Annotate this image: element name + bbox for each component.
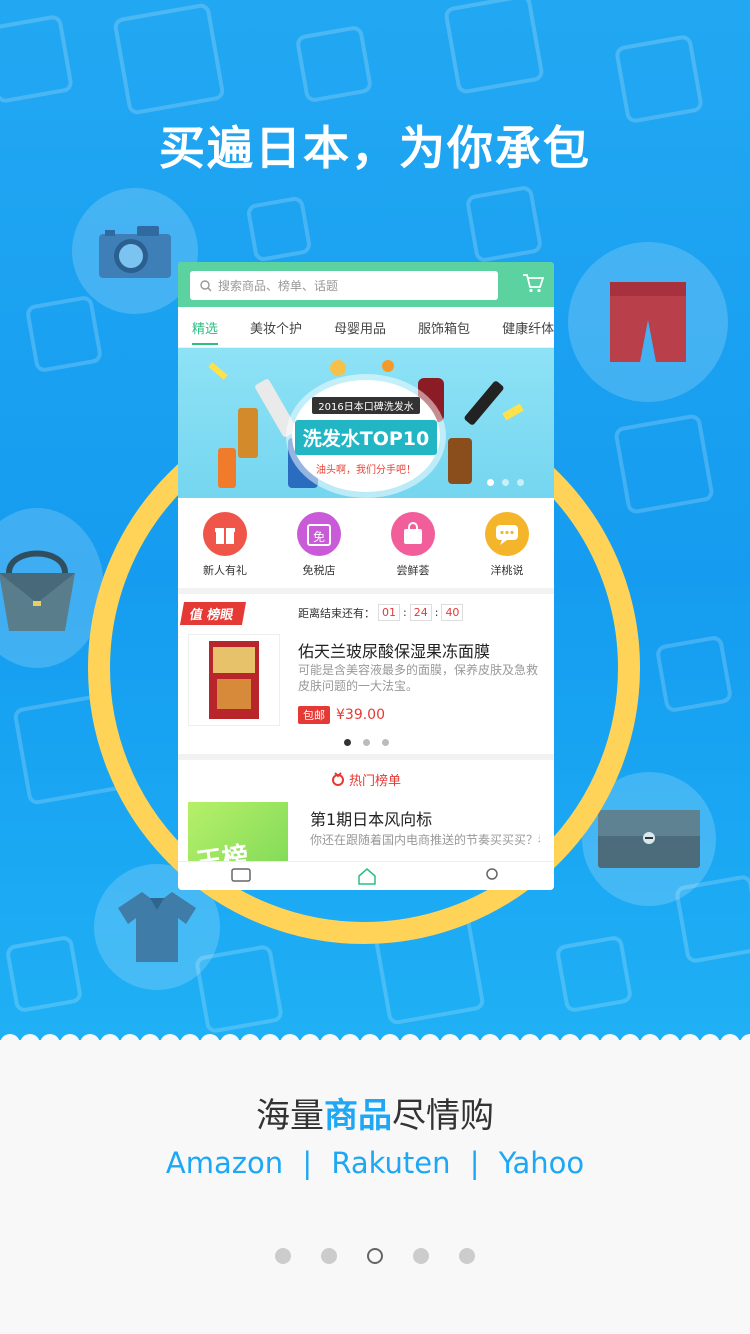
search-input[interactable]: 搜索商品、榜单、话题 bbox=[190, 271, 498, 300]
tab-beauty[interactable]: 美妆个护 bbox=[250, 318, 302, 337]
intro-illustration: 买遍日本，为你承包 搜索商品、榜单、话题 精选 美妆个护 母婴用品 服饰箱包 健… bbox=[0, 0, 750, 1040]
quick-link-label: 新人有礼 bbox=[203, 564, 247, 577]
pager-dot[interactable] bbox=[321, 1248, 337, 1264]
banner-line2: 洗发水TOP10 bbox=[294, 419, 438, 455]
quick-link-stories[interactable]: 洋桃说 bbox=[485, 512, 529, 578]
calendar-icon: 免 bbox=[297, 512, 341, 556]
brand-yahoo: Yahoo bbox=[498, 1146, 585, 1180]
pager-dot[interactable] bbox=[413, 1248, 429, 1264]
bottom-panel bbox=[0, 1040, 750, 1334]
bag-icon bbox=[391, 512, 435, 556]
countdown-minutes: 24 bbox=[409, 604, 432, 621]
quick-link-label: 免税店 bbox=[302, 564, 336, 577]
pager-dot-current[interactable] bbox=[367, 1248, 383, 1264]
tab-apparel[interactable]: 服饰箱包 bbox=[418, 318, 470, 337]
banner-line1: 2016日本口碑洗发水 bbox=[312, 396, 420, 414]
free-shipping-badge: 包邮 bbox=[298, 706, 330, 724]
brand-amazon: Amazon bbox=[165, 1146, 284, 1180]
promo-banner[interactable]: 2016日本口碑洗发水 洗发水TOP10 油头啊，我们分手吧！ bbox=[178, 348, 554, 498]
banner-line3: 油头啊，我们分手吧！ bbox=[316, 464, 416, 476]
banner-pager bbox=[487, 479, 524, 486]
slogan-highlight: 商品 bbox=[324, 1096, 392, 1136]
hot-list-item-title: 第1期日本风向标 bbox=[310, 810, 433, 829]
shirt-icon bbox=[118, 892, 196, 962]
cart-icon[interactable] bbox=[522, 273, 544, 293]
onboarding-pager bbox=[0, 1248, 750, 1264]
product-price: 包邮 ¥39.00 bbox=[298, 706, 385, 724]
chat-icon bbox=[485, 512, 529, 556]
quick-link-duty-free[interactable]: 免 免税店 bbox=[297, 512, 341, 578]
category-tabs: 精选 美妆个护 母婴用品 服饰箱包 健康纤体 bbox=[178, 307, 554, 348]
hot-list-header: 热门榜单 bbox=[178, 760, 554, 798]
slogan-post: 尽情购 bbox=[392, 1096, 494, 1136]
quick-link-label: 尝鲜荟 bbox=[396, 564, 430, 577]
profile-icon[interactable] bbox=[483, 867, 501, 885]
pager-dot[interactable] bbox=[275, 1248, 291, 1264]
countdown-label: 距离结束还有： bbox=[298, 606, 375, 620]
pants-icon bbox=[610, 282, 686, 362]
countdown-hours: 01 bbox=[378, 604, 400, 621]
svg-text:免: 免 bbox=[313, 529, 325, 544]
slogan: 海量商品尽情购 bbox=[0, 1088, 750, 1137]
quick-links: 新人有礼 免 免税店 尝鲜荟 洋桃说 bbox=[178, 498, 554, 588]
countdown: 距离结束还有： 01: 24: 40 bbox=[298, 604, 464, 621]
bottom-tabbar bbox=[178, 861, 554, 890]
brand-list: Amazon | Rakuten | Yahoo bbox=[0, 1146, 750, 1180]
wallet-icon bbox=[598, 810, 700, 868]
search-icon bbox=[200, 279, 212, 291]
flash-deal[interactable]: 值 榜眼 距离结束还有： 01: 24: 40 佑天兰玻尿酸保湿果冻面膜 可能是… bbox=[178, 594, 554, 754]
home-icon[interactable] bbox=[357, 867, 377, 885]
brand-separator: | bbox=[302, 1146, 313, 1180]
message-icon[interactable] bbox=[231, 868, 251, 884]
gift-icon bbox=[203, 512, 247, 556]
brand-separator: | bbox=[469, 1146, 480, 1180]
tab-baby[interactable]: 母婴用品 bbox=[334, 318, 386, 337]
product-title: 佑天兰玻尿酸保湿果冻面膜 bbox=[298, 642, 491, 661]
deal-pager bbox=[178, 739, 554, 746]
app-topbar: 搜索商品、榜单、话题 bbox=[178, 262, 554, 307]
brand-rakuten: Rakuten bbox=[331, 1146, 451, 1180]
quick-link-new-user[interactable]: 新人有礼 bbox=[203, 512, 247, 578]
pants-bubble bbox=[568, 242, 728, 402]
hot-list-title: 热门榜单 bbox=[348, 773, 401, 789]
quick-link-label: 洋桃说 bbox=[490, 564, 524, 577]
hot-list-item-desc: 你还在跟随着国内电商推送的节奏买买买？看看真实的日本热销榜，你会 bbox=[310, 833, 540, 847]
deal-tag: 值 榜眼 bbox=[179, 602, 246, 625]
product-desc: 可能是含美容液最多的面膜，保养皮肤及急救皮肤问题的一大法宝。 bbox=[298, 663, 539, 693]
slogan-pre: 海量 bbox=[256, 1096, 324, 1136]
price: ¥39.00 bbox=[336, 707, 385, 723]
handbag-icon bbox=[0, 550, 75, 631]
app-preview: 搜索商品、榜单、话题 精选 美妆个护 母婴用品 服饰箱包 健康纤体 2016日本… bbox=[178, 262, 554, 890]
pager-dot[interactable] bbox=[459, 1248, 475, 1264]
search-placeholder: 搜索商品、榜单、话题 bbox=[218, 279, 339, 293]
tab-health[interactable]: 健康纤体 bbox=[502, 318, 554, 337]
medal-icon bbox=[331, 772, 344, 786]
quick-link-tasting[interactable]: 尝鲜荟 bbox=[391, 512, 435, 578]
tab-featured[interactable]: 精选 bbox=[192, 318, 219, 345]
camera-icon bbox=[99, 226, 171, 278]
product-image[interactable] bbox=[188, 634, 280, 726]
countdown-seconds: 40 bbox=[441, 604, 464, 621]
hero-title: 买遍日本，为你承包 bbox=[159, 121, 591, 175]
banner-badge: 2016日本口碑洗发水 洗发水TOP10 油头啊，我们分手吧！ bbox=[292, 380, 440, 492]
